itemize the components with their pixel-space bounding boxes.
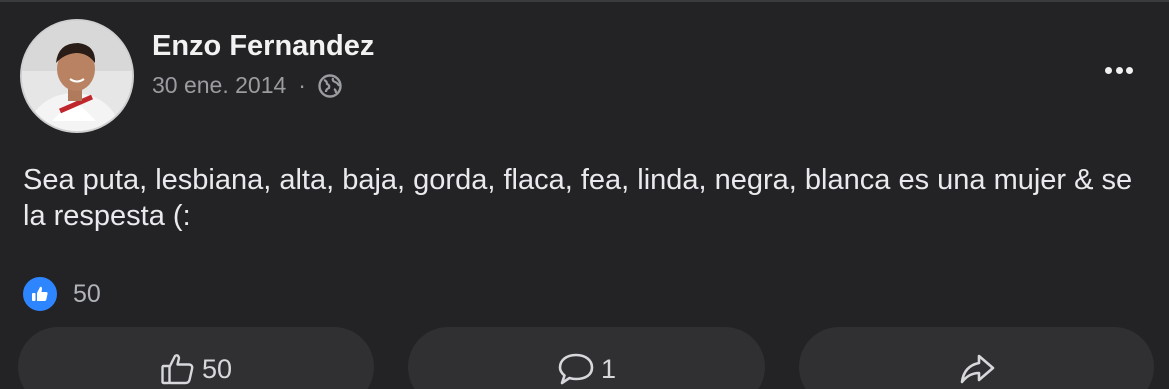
comment-icon [557,352,595,386]
post-meta: 30 ene. 2014 · [152,72,343,99]
reaction-count: 50 [73,279,101,308]
globe-icon [317,73,343,99]
comment-button[interactable]: 1 [408,327,765,389]
avatar[interactable] [20,19,134,133]
avatar-photo [22,21,132,131]
like-count: 50 [201,354,233,384]
share-button[interactable] [799,327,1154,389]
post-card: Enzo Fernandez 30 ene. 2014 · Sea puta, … [0,0,1169,389]
more-options-icon[interactable] [1105,60,1133,80]
reactions-summary[interactable]: 50 [21,275,101,313]
thumbs-up-icon [160,352,196,386]
meta-separator: · [298,72,306,98]
post-date[interactable]: 30 ene. 2014 [152,72,286,99]
like-reaction-icon [21,275,59,313]
comment-count: 1 [600,354,617,384]
share-icon [958,352,996,386]
author-name[interactable]: Enzo Fernandez [152,30,374,63]
like-button[interactable]: 50 [18,327,374,389]
action-bar: 50 1 [0,327,1169,389]
post-text: Sea puta, lesbiana, alta, baja, gorda, f… [23,164,1133,232]
